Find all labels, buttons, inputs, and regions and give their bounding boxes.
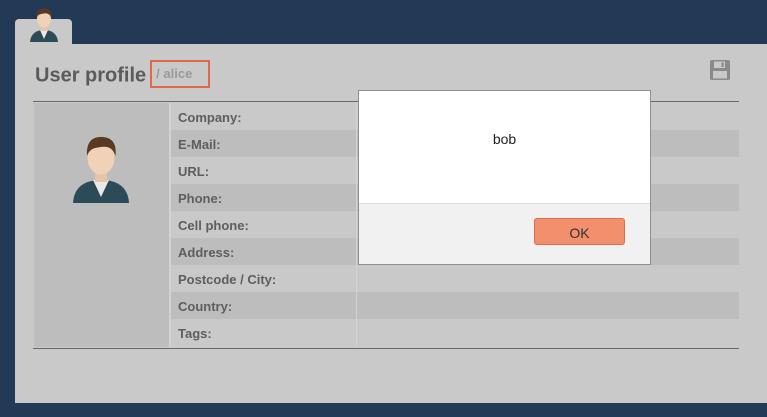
page-title: User profile / alice — [35, 60, 211, 90]
alert-dialog: bob OK — [358, 90, 651, 265]
field-label: E-Mail: — [178, 137, 221, 152]
profile-photo-cell — [34, 103, 171, 347]
bottom-divider — [33, 348, 739, 349]
user-avatar-icon — [30, 8, 58, 42]
field-row-country: Country: — [171, 292, 739, 319]
dialog-footer: OK — [359, 203, 650, 264]
floppy-disk-icon[interactable] — [710, 60, 730, 80]
field-label: Phone: — [178, 191, 223, 206]
field-label: Country: — [178, 299, 233, 314]
field-label: URL: — [178, 164, 210, 179]
dialog-message: bob — [492, 131, 517, 147]
ok-button[interactable]: OK — [534, 218, 625, 245]
field-label: Cell phone: — [178, 218, 249, 233]
profile-tab[interactable] — [15, 8, 72, 45]
username-label: / alice — [150, 60, 211, 88]
field-row-postcode-city: Postcode / City: — [171, 265, 739, 292]
field-row-tags: Tags: — [171, 319, 739, 346]
user-avatar-icon — [73, 137, 129, 203]
field-label: Address: — [178, 245, 235, 260]
field-label: Tags: — [178, 326, 212, 341]
field-label: Company: — [178, 110, 242, 125]
field-label: Postcode / City: — [178, 272, 277, 287]
page-title-text: User profile — [35, 64, 147, 87]
